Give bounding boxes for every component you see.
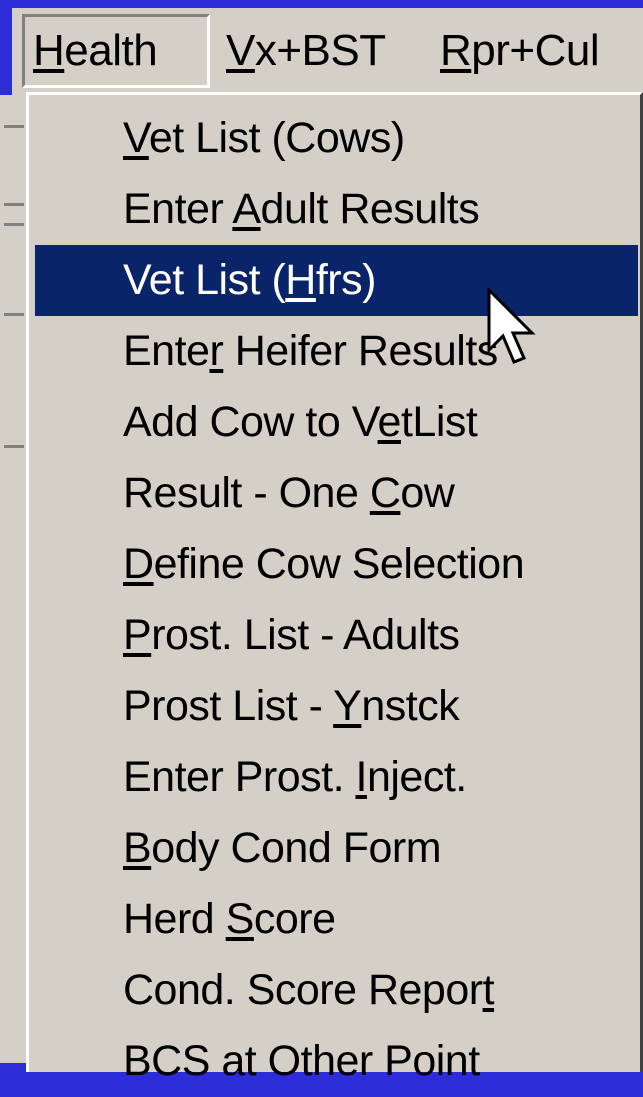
item-label-pre: Prost List -: [123, 682, 334, 730]
divider: [4, 203, 24, 206]
item-label-pre: Result - One: [123, 469, 370, 517]
background-window-edge: [0, 95, 28, 1063]
item-label-accel: H: [285, 256, 316, 304]
item-label-accel: t: [482, 966, 495, 1014]
divider: [4, 125, 24, 128]
arrow-pointer-icon: [487, 288, 536, 364]
item-label-post: rost. List - Adults: [151, 611, 460, 659]
item-label-accel: B: [123, 824, 152, 872]
divider: [4, 313, 24, 316]
menu-label-post: ealth: [64, 26, 158, 75]
divider: [4, 223, 24, 226]
item-label-pre: BCS at Other Point: [123, 1037, 480, 1085]
item-label-post: core: [253, 895, 336, 943]
item-label-accel: r: [209, 327, 224, 375]
menu-item-vet-list-hfrs[interactable]: Vet List (Hfrs): [35, 245, 638, 316]
item-label-pre: Add Cow to V: [123, 398, 378, 446]
menu-item-body-cond-form[interactable]: Body Cond Form: [35, 813, 638, 884]
item-label-pre: Enter: [123, 185, 233, 233]
item-label-accel: Y: [333, 682, 362, 730]
menu-health[interactable]: Health: [22, 14, 210, 88]
item-label-accel: P: [123, 611, 152, 659]
item-label-post: ow: [400, 469, 455, 517]
menu-label-post: pr+Cul: [471, 26, 600, 75]
menu-item-herd-score[interactable]: Herd Score: [35, 884, 638, 955]
item-label-post: dult Results: [260, 185, 480, 233]
item-label-accel: D: [123, 540, 154, 588]
menu-label-accel: R: [440, 26, 472, 75]
menu-item-bcs-at-other-point[interactable]: BCS at Other Point: [35, 1026, 638, 1097]
menu-label-post: x+BST: [254, 26, 386, 75]
item-label-pre: Enter Prost.: [123, 753, 356, 801]
divider: [4, 445, 24, 448]
item-label-accel: e: [377, 398, 402, 446]
menu-label-accel: H: [33, 26, 65, 75]
menu-item-prost-list-ynstck[interactable]: Prost List - Ynstck: [35, 671, 638, 742]
item-label-post: tList: [400, 398, 478, 446]
item-label-pre: Vet List (: [123, 256, 286, 304]
health-dropdown-menu: Vet List (Cows) Enter Adult Results Vet …: [26, 92, 643, 1085]
item-label-pre: Herd: [123, 895, 226, 943]
menu-item-enter-adult-results[interactable]: Enter Adult Results: [35, 174, 638, 245]
item-label-post: Heifer Results: [223, 327, 499, 375]
item-label-pre: Cond. Score Repor: [123, 966, 483, 1014]
item-label-accel: I: [355, 753, 367, 801]
menu-item-result-one-cow[interactable]: Result - One Cow: [35, 458, 638, 529]
menu-label-accel: V: [226, 26, 255, 75]
item-label-post: frs): [315, 256, 377, 304]
item-label-post: efine Cow Selection: [153, 540, 525, 588]
menu-item-define-cow-selection[interactable]: Define Cow Selection: [35, 529, 638, 600]
menu-item-enter-prost-inject[interactable]: Enter Prost. Inject.: [35, 742, 638, 813]
item-label-post: nject.: [366, 753, 467, 801]
item-label-post: nstck: [361, 682, 460, 730]
item-label-accel: V: [123, 114, 149, 162]
menu-item-vet-list-cows[interactable]: Vet List (Cows): [35, 103, 638, 174]
item-label-accel: S: [225, 895, 255, 943]
item-label-accel: A: [232, 185, 261, 233]
menu-item-prost-list-adults[interactable]: Prost. List - Adults: [35, 600, 638, 671]
menu-rpr-cul[interactable]: Rpr+Cul: [432, 14, 643, 88]
item-label-accel: C: [369, 469, 401, 517]
menu-item-cond-score-report[interactable]: Cond. Score Report: [35, 955, 638, 1026]
menu-bar: Health Vx+BST Rpr+Cul: [12, 8, 643, 95]
menu-vx-bst[interactable]: Vx+BST: [218, 14, 418, 88]
item-label-post: et List (Cows): [148, 114, 405, 162]
menu-item-add-cow-to-vetlist[interactable]: Add Cow to VetList: [35, 387, 638, 458]
menu-item-enter-heifer-results[interactable]: Enter Heifer Results: [35, 316, 638, 387]
item-label-pre: Ente: [123, 327, 210, 375]
item-label-post: ody Cond Form: [151, 824, 442, 872]
